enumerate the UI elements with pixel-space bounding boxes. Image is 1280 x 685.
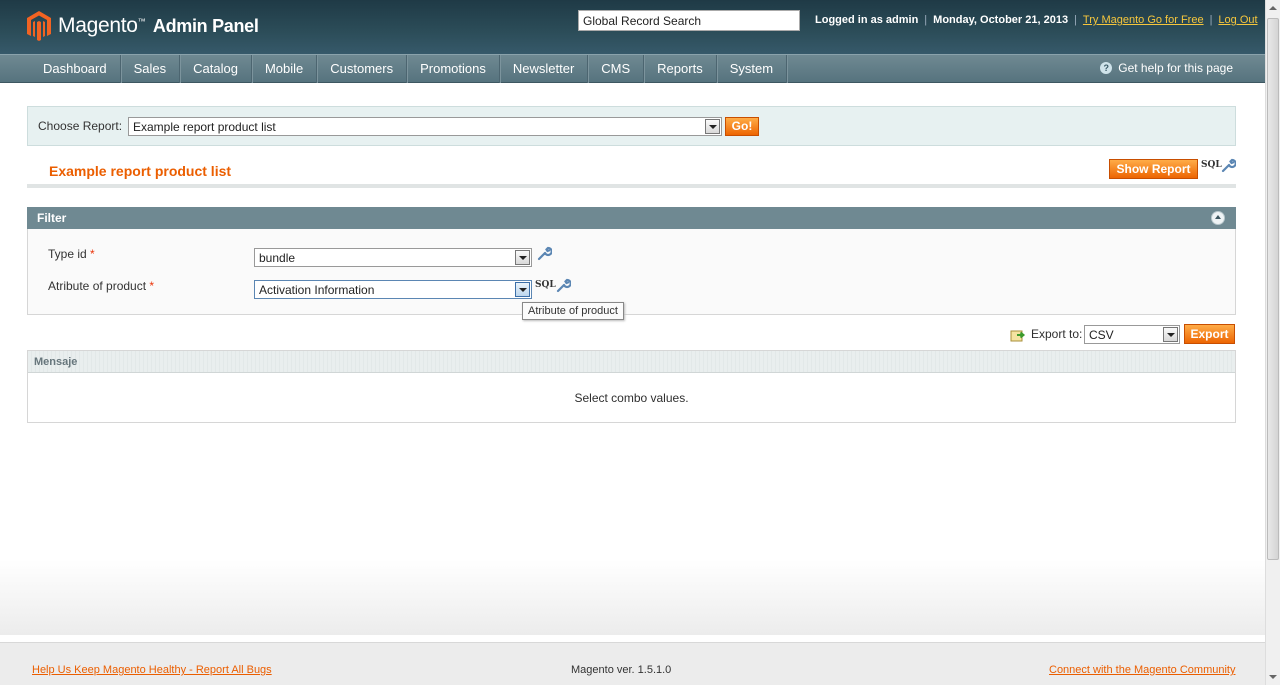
scroll-up-icon[interactable]: [1269, 6, 1277, 10]
message-grid: Mensaje Select combo values.: [27, 350, 1236, 423]
choose-report-label: Choose Report:: [38, 119, 123, 133]
export-format-select[interactable]: CSV: [1084, 325, 1180, 344]
chevron-down-icon: [515, 282, 530, 297]
logo-text: Magento: [58, 14, 138, 37]
filter-body: [27, 229, 1236, 315]
try-magento-go-link[interactable]: Try Magento Go for Free: [1083, 14, 1204, 26]
logo-subtitle: Admin Panel: [152, 16, 259, 36]
filter-header[interactable]: Filter: [27, 207, 1236, 229]
export-label: Export to:: [1031, 327, 1083, 341]
nav-item-customers[interactable]: Customers: [317, 55, 408, 83]
go-button[interactable]: Go!: [725, 117, 759, 136]
sql-label[interactable]: SQL: [1201, 160, 1222, 170]
nav-item-mobile[interactable]: Mobile: [252, 55, 318, 83]
header-date: Monday, October 21, 2013: [933, 14, 1069, 26]
type-id-value: bundle: [259, 251, 296, 265]
filter-title: Filter: [37, 211, 67, 225]
show-report-button[interactable]: Show Report: [1109, 159, 1198, 179]
logout-link[interactable]: Log Out: [1218, 14, 1257, 26]
export-icon: [1010, 330, 1026, 342]
export-button[interactable]: Export: [1184, 324, 1235, 344]
help-icon: ?: [1100, 62, 1113, 74]
page-title: Example report product list: [49, 163, 232, 179]
nav-item-sales[interactable]: Sales: [121, 55, 181, 83]
version-text: Magento ver. 1.5.1.0: [571, 664, 672, 676]
scrollbar-thumb[interactable]: [1267, 18, 1279, 560]
magento-logo[interactable]: Magento™ Admin Panel: [26, 10, 259, 42]
nav-item-newsletter[interactable]: Newsletter: [500, 55, 589, 83]
footer-fade: [0, 560, 1265, 635]
chevron-down-icon: [1163, 327, 1178, 342]
wrench-icon[interactable]: [536, 245, 552, 261]
collapse-icon[interactable]: [1211, 211, 1225, 225]
attribute-of-product-select[interactable]: Activation Information: [254, 280, 532, 299]
choose-report-select[interactable]: Example report product list: [128, 117, 722, 136]
tooltip: Atribute of product: [522, 302, 624, 320]
nav-item-reports[interactable]: Reports: [644, 55, 717, 83]
report-bugs-link[interactable]: Help Us Keep Magento Healthy - Report Al…: [32, 664, 272, 676]
choose-report-value: Example report product list: [133, 120, 276, 134]
global-search-input[interactable]: [578, 10, 800, 31]
title-divider: [27, 184, 1236, 188]
nav-item-promotions[interactable]: Promotions: [407, 55, 500, 83]
scroll-down-icon[interactable]: [1269, 675, 1277, 679]
sql-label[interactable]: SQL: [535, 280, 556, 290]
magento-logo-icon: [26, 10, 52, 42]
export-format-value: CSV: [1089, 328, 1114, 342]
type-id-label: Type id *: [48, 247, 95, 261]
wrench-icon[interactable]: [555, 277, 571, 293]
type-id-select[interactable]: bundle: [254, 248, 532, 267]
help-link[interactable]: ? Get help for this page: [1100, 61, 1233, 75]
attribute-of-product-value: Activation Information: [259, 283, 375, 297]
main-nav: Dashboard Sales Catalog Mobile Customers…: [0, 54, 1265, 83]
wrench-icon[interactable]: [1220, 157, 1236, 173]
community-link[interactable]: Connect with the Magento Community: [1049, 664, 1235, 676]
header: Magento™ Admin Panel Logged in as admin|…: [0, 0, 1265, 54]
footer: Help Us Keep Magento Healthy - Report Al…: [0, 642, 1265, 685]
grid-header[interactable]: Mensaje: [28, 351, 1235, 373]
chevron-down-icon: [705, 119, 720, 134]
chevron-down-icon: [515, 250, 530, 265]
grid-message: Select combo values.: [574, 391, 689, 405]
nav-item-catalog[interactable]: Catalog: [180, 55, 252, 83]
header-links: Logged in as admin | Monday, October 21, 2…: [815, 14, 1258, 26]
vertical-scrollbar[interactable]: [1265, 0, 1280, 685]
nav-item-cms[interactable]: CMS: [588, 55, 645, 83]
logged-in-text: Logged in as admin: [815, 14, 919, 26]
nav-item-dashboard[interactable]: Dashboard: [30, 55, 121, 83]
help-label: Get help for this page: [1118, 61, 1233, 75]
nav-item-system[interactable]: System: [717, 55, 788, 83]
attribute-of-product-label: Atribute of product *: [48, 279, 155, 293]
